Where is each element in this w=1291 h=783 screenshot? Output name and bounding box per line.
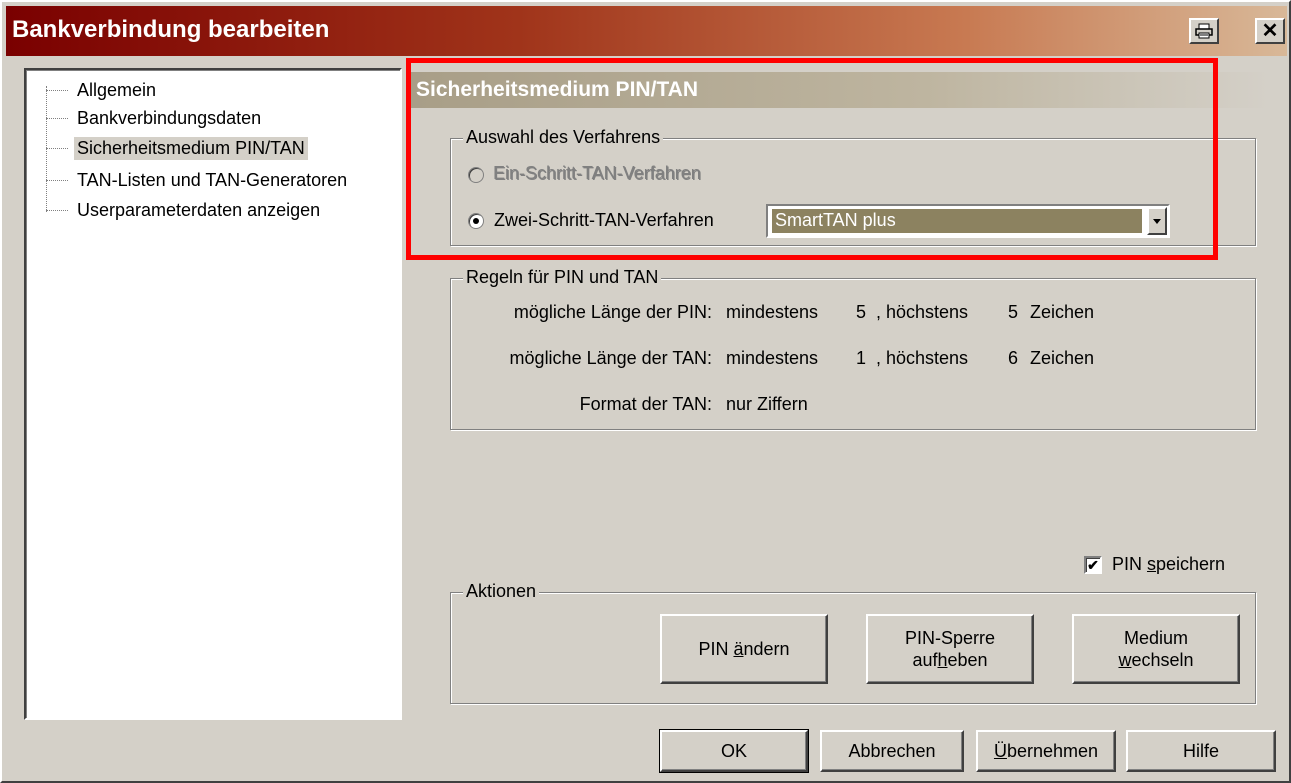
tan-unit: Zeichen bbox=[1030, 348, 1095, 368]
regeln-legend: Regeln für PIN und TAN bbox=[463, 267, 662, 288]
pin-min-word: mindestens bbox=[726, 302, 819, 322]
radio-button[interactable] bbox=[468, 166, 484, 183]
printer-icon[interactable] bbox=[1189, 18, 1219, 44]
pin-max-word: , höchstens bbox=[876, 302, 969, 322]
pin-unit: Zeichen bbox=[1030, 302, 1095, 322]
radio-label-zwei-schritt: Zwei-Schritt-TAN-Verfahren bbox=[494, 210, 714, 230]
radio-zwei-schritt[interactable]: Zwei-Schritt-TAN-Verfahren bbox=[468, 210, 714, 231]
close-icon[interactable]: ✕ bbox=[1255, 18, 1285, 44]
pin-max-value: 5 bbox=[1008, 302, 1019, 322]
tree-branch-line bbox=[46, 179, 68, 181]
pin-aendern-label: PIN ändern bbox=[698, 639, 790, 659]
hilfe-button[interactable]: Hilfe bbox=[1126, 730, 1276, 772]
tree-item-allgemein[interactable]: Allgemein bbox=[46, 76, 159, 104]
tan-min-value: 1 bbox=[856, 348, 867, 368]
tree-item-label: Allgemein bbox=[77, 79, 157, 100]
tree-item-tan-listen[interactable]: TAN-Listen und TAN-Generatoren bbox=[46, 166, 350, 194]
radio-button-selected[interactable] bbox=[468, 212, 484, 229]
pin-aendern-button[interactable]: PIN ändern bbox=[660, 614, 828, 684]
section-header: Sicherheitsmedium PIN/TAN bbox=[410, 72, 1270, 108]
navigation-tree[interactable]: Allgemein Bankverbindungsdaten Sicherhei… bbox=[24, 68, 402, 720]
chevron-down-icon[interactable] bbox=[1147, 207, 1167, 235]
tree-branch-line bbox=[46, 117, 68, 119]
verfahren-legend: Auswahl des Verfahrens bbox=[463, 127, 664, 148]
tree-item-label: Sicherheitsmedium PIN/TAN bbox=[74, 136, 308, 160]
radio-label-ein-schritt: Ein-Schritt-TAN-Verfahren bbox=[494, 164, 702, 184]
tree-item-label: TAN-Listen und TAN-Generatoren bbox=[77, 169, 348, 190]
window-title: Bankverbindung bearbeiten bbox=[12, 16, 330, 43]
title-bar[interactable]: Bankverbindung bearbeiten ✕ bbox=[6, 6, 1287, 56]
tan-min-word: mindestens bbox=[726, 348, 819, 368]
aktionen-legend: Aktionen bbox=[463, 581, 540, 602]
tan-format-label: Format der TAN: bbox=[579, 394, 712, 414]
dialog-window: Bankverbindung bearbeiten ✕ Allgemein Ba… bbox=[0, 0, 1291, 783]
pin-sperre-label-line1: PIN-Sperre bbox=[904, 628, 996, 648]
tree-item-sicherheitsmedium[interactable]: Sicherheitsmedium PIN/TAN bbox=[46, 134, 308, 162]
pin-speichern-checkbox-row[interactable]: ✔ PIN speichern bbox=[1084, 554, 1225, 575]
ok-button[interactable]: OK bbox=[659, 729, 809, 773]
tree-item-bankverbindungsdaten[interactable]: Bankverbindungsdaten bbox=[46, 104, 264, 132]
tree-item-userparameterdaten[interactable]: Userparameterdaten anzeigen bbox=[46, 196, 323, 224]
pin-speichern-label: PIN speichern bbox=[1112, 554, 1226, 574]
medium-label-line2: wechseln bbox=[1118, 650, 1194, 670]
medium-label-line1: Medium bbox=[1123, 628, 1189, 648]
verfahren-dropdown[interactable]: SmartTAN plus bbox=[766, 204, 1170, 238]
uebernehmen-label: Übernehmen bbox=[993, 741, 1099, 761]
abbrechen-button[interactable]: Abbrechen bbox=[820, 730, 964, 772]
section-title: Sicherheitsmedium PIN/TAN bbox=[416, 78, 699, 101]
pin-sperre-label-line2: aufheben bbox=[912, 650, 988, 670]
tree-item-label: Userparameterdaten anzeigen bbox=[77, 199, 321, 220]
tan-format-value: nur Ziffern bbox=[726, 394, 808, 414]
tree-branch-line bbox=[46, 147, 68, 149]
tree-branch-line bbox=[46, 209, 68, 211]
tan-length-label: mögliche Länge der TAN: bbox=[509, 348, 712, 368]
dropdown-value: SmartTAN plus bbox=[771, 208, 1143, 234]
medium-wechseln-button[interactable]: Medium wechseln bbox=[1072, 614, 1240, 684]
tan-max-word: , höchstens bbox=[876, 348, 969, 368]
radio-ein-schritt[interactable]: Ein-Schritt-TAN-Verfahren bbox=[468, 164, 702, 185]
pin-sperre-aufheben-button[interactable]: PIN-Sperre aufheben bbox=[866, 614, 1034, 684]
pin-speichern-checkbox[interactable]: ✔ bbox=[1084, 555, 1102, 574]
pin-min-value: 5 bbox=[856, 302, 867, 322]
uebernehmen-button[interactable]: Übernehmen bbox=[976, 730, 1116, 772]
tree-branch-line bbox=[46, 89, 68, 91]
tree-item-label: Bankverbindungsdaten bbox=[77, 107, 262, 128]
pin-length-label: mögliche Länge der PIN: bbox=[513, 302, 712, 322]
tan-max-value: 6 bbox=[1008, 348, 1019, 368]
